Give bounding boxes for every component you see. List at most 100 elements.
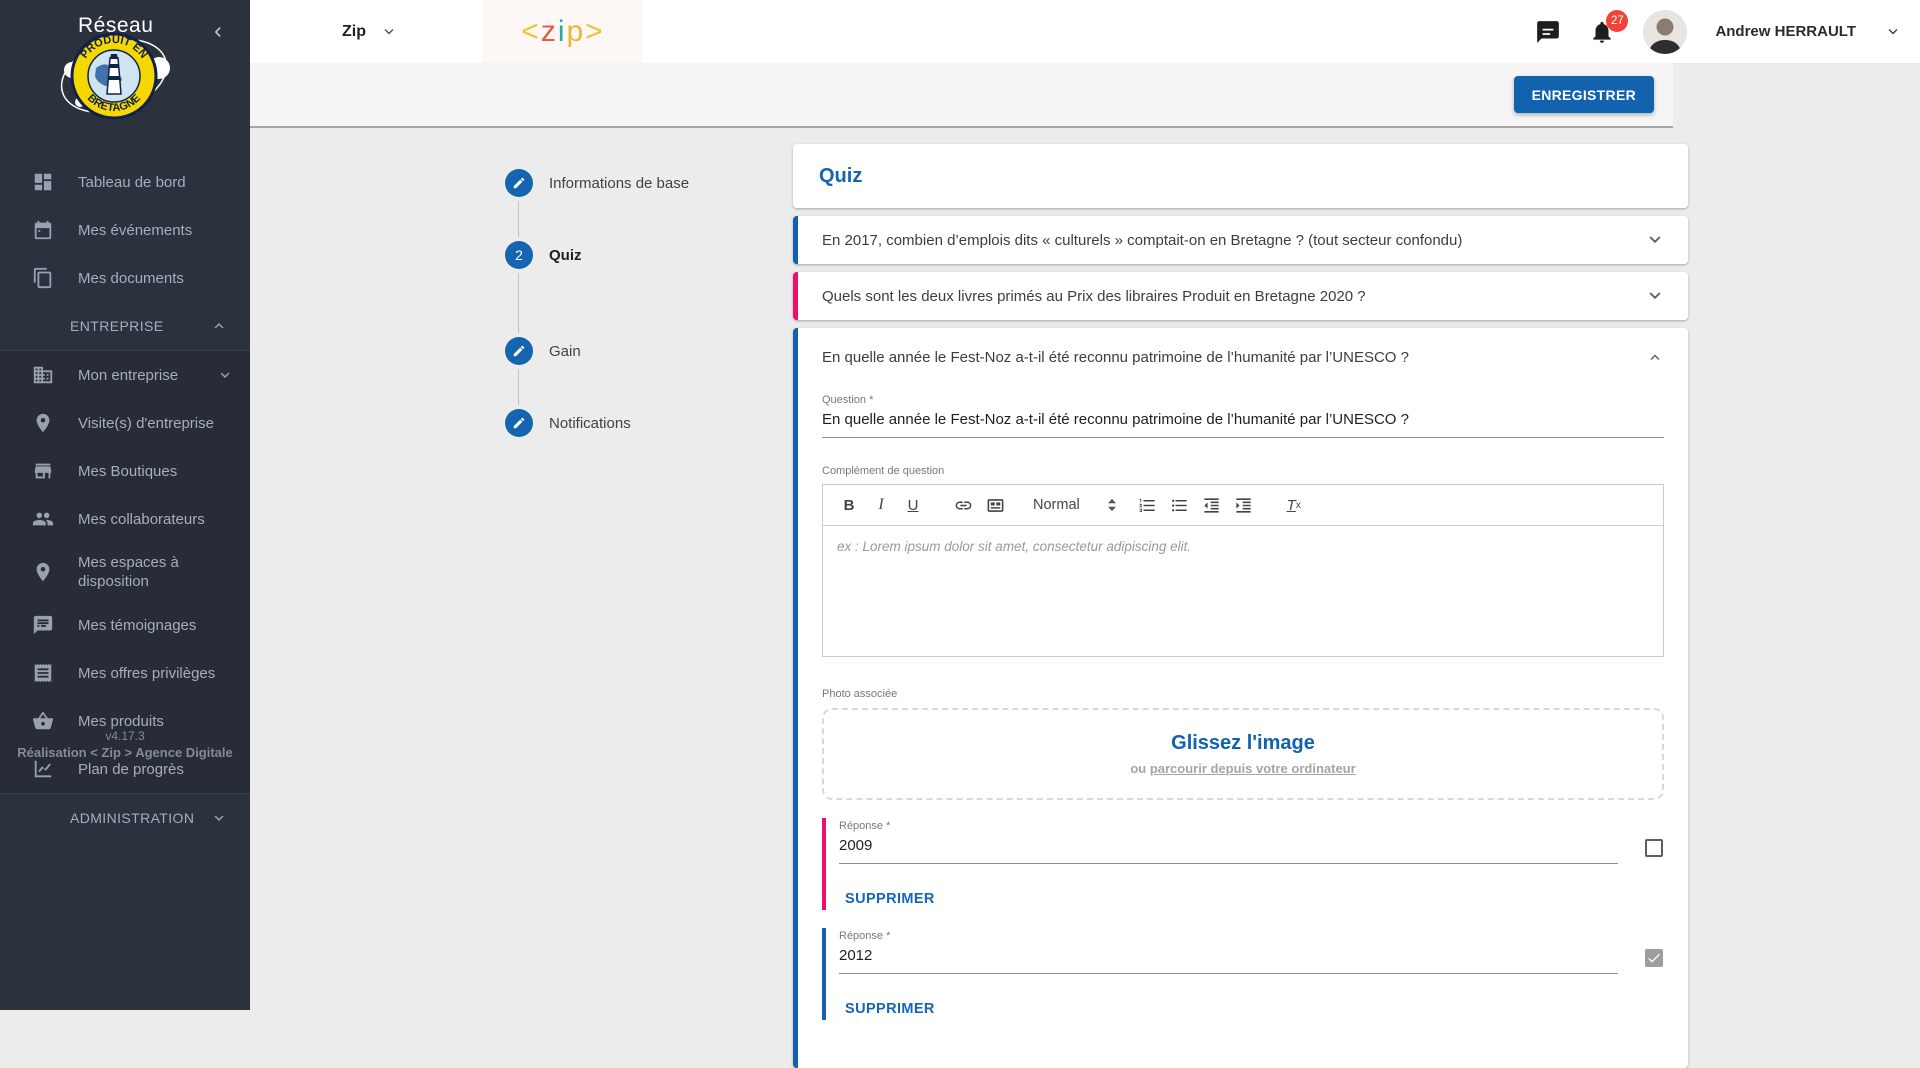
answer-field-label: Réponse *	[839, 820, 1664, 832]
sidebar-item-label: Mes événements	[78, 222, 192, 239]
step-label: Notifications	[549, 415, 631, 432]
logo-part: >	[585, 15, 605, 49]
sidebar-item-label: Visite(s) d'entreprise	[78, 415, 214, 432]
complement-field-label: Complément de question	[822, 465, 1664, 477]
format-selected-label: Normal	[1033, 497, 1080, 513]
editor-toolbar: B I U Normal	[823, 485, 1663, 526]
question-accordion-3-expanded: En quelle année le Fest-Noz a-t-il été r…	[793, 328, 1688, 1068]
user-avatar[interactable]	[1643, 10, 1687, 54]
pencil-icon	[512, 176, 526, 190]
sidebar-item-mes-offres-privileges[interactable]: Mes offres privilèges	[0, 649, 250, 697]
step-quiz[interactable]: 2 Quiz	[505, 241, 582, 269]
sidebar-item-label: Mes documents	[78, 270, 184, 287]
logo-part: z	[541, 15, 558, 49]
notifications-badge: 27	[1606, 10, 1628, 32]
video-icon	[986, 496, 1005, 515]
chevron-down-icon	[216, 366, 234, 384]
browse-files-link[interactable]: parcourir depuis votre ordinateur	[1150, 761, 1356, 776]
accordion-header[interactable]: En quelle année le Fest-Noz a-t-il été r…	[822, 328, 1664, 386]
avatar-photo	[1643, 10, 1687, 54]
answer-field-label: Réponse *	[839, 930, 1664, 942]
correct-answer-checkbox-checked[interactable]	[1645, 949, 1663, 967]
documents-icon	[32, 267, 54, 289]
step-label: Informations de base	[549, 175, 689, 192]
correct-answer-checkbox-unchecked[interactable]	[1645, 839, 1663, 857]
check-icon	[1646, 950, 1662, 966]
answer-input[interactable]	[839, 942, 1618, 974]
sidebar-item-mes-evenements[interactable]: Mes événements	[0, 206, 250, 254]
question-input[interactable]	[822, 406, 1664, 438]
section-label: ENTREPRISE	[70, 318, 163, 334]
building-icon	[32, 364, 54, 386]
step-label: Gain	[549, 343, 581, 360]
step-informations-de-base[interactable]: Informations de base	[505, 169, 689, 197]
question-accordion-1[interactable]: En 2017, combien d’emplois dits « cultur…	[793, 216, 1688, 264]
ordered-list-button[interactable]	[1136, 493, 1160, 517]
pencil-icon	[512, 344, 526, 358]
sidebar-section-administration[interactable]: ADMINISTRATION	[0, 794, 250, 842]
quiz-panel: Quiz En 2017, combien d’emplois dits « c…	[793, 144, 1688, 1068]
step-connector	[518, 273, 519, 333]
logo-part: <	[521, 15, 541, 49]
question-accordion-2[interactable]: Quels sont les deux livres primés au Pri…	[793, 272, 1688, 320]
bold-button[interactable]: B	[837, 493, 861, 517]
clear-formatting-button[interactable]: Tx	[1282, 493, 1306, 517]
sidebar-item-mes-temoignages[interactable]: Mes témoignages	[0, 601, 250, 649]
calendar-icon	[32, 219, 54, 241]
storefront-icon	[32, 460, 54, 482]
delete-answer-button[interactable]: SUPPRIMER	[845, 1001, 935, 1017]
sidebar-item-visites-entreprise[interactable]: Visite(s) d'entreprise	[0, 399, 250, 447]
question-text: En 2017, combien d’emplois dits « cultur…	[822, 232, 1462, 249]
chevron-up-icon	[210, 317, 228, 335]
dropzone-subtitle: ou parcourir depuis votre ordinateur	[1130, 761, 1355, 776]
dashboard-icon	[32, 171, 54, 193]
chevron-down-icon	[1644, 229, 1666, 251]
sidebar-section-entreprise-body: Mon entreprise Visite(s) d'entreprise Me…	[0, 350, 250, 794]
produit-en-bretagne-badge: PRODUIT EN BRETAGNE	[58, 24, 170, 124]
outdent-icon	[1202, 496, 1221, 515]
pin-icon	[32, 561, 54, 583]
sidebar-item-mes-documents[interactable]: Mes documents	[0, 254, 250, 302]
delete-answer-button[interactable]: SUPPRIMER	[845, 891, 935, 907]
step-gain[interactable]: Gain	[505, 337, 581, 365]
sidebar-item-tableau-de-bord[interactable]: Tableau de bord	[0, 158, 250, 206]
updown-arrows-icon	[1106, 498, 1118, 512]
save-button[interactable]: ENREGISTRER	[1514, 76, 1654, 113]
sidebar-item-label: Mes offres privilèges	[78, 665, 215, 682]
app-version: v4.17.3	[0, 729, 250, 743]
pin-icon	[32, 412, 54, 434]
sidebar-item-label: Tableau de bord	[78, 174, 186, 191]
answer-block-1: Réponse * SUPPRIMER	[822, 818, 1664, 910]
underline-button[interactable]: U	[901, 493, 925, 517]
org-switcher[interactable]: Zip	[342, 0, 398, 63]
chevron-up-icon	[1646, 348, 1664, 366]
sidebar-item-mon-entreprise[interactable]: Mon entreprise	[0, 351, 250, 399]
sidebar-section-entreprise[interactable]: ENTREPRISE	[0, 302, 250, 350]
answer-input[interactable]	[839, 832, 1618, 864]
link-button[interactable]	[951, 493, 975, 517]
sidebar-item-mes-collaborateurs[interactable]: Mes collaborateurs	[0, 495, 250, 543]
network-logo[interactable]: Réseau PRODUIT EN BRETAGNE	[0, 0, 250, 140]
question-text: En quelle année le Fest-Noz a-t-il été r…	[822, 349, 1409, 366]
messages-button[interactable]	[1535, 19, 1561, 45]
topbar: Zip <zip> 27 Andrew HERRAULT	[250, 0, 1920, 63]
sidebar-item-label: Mon entreprise	[78, 367, 178, 384]
answer-block-2: Réponse * SUPPRIMER	[822, 928, 1664, 1020]
bullet-list-button[interactable]	[1168, 493, 1192, 517]
editor-content-area[interactable]: ex : Lorem ipsum dolor sit amet, consect…	[823, 526, 1663, 656]
paragraph-format-select[interactable]: Normal	[1033, 497, 1118, 513]
question-text: Quels sont les deux livres primés au Pri…	[822, 288, 1366, 305]
italic-button[interactable]: I	[869, 493, 893, 517]
dropzone-title: Glissez l'image	[1171, 732, 1315, 755]
sidebar-item-mes-boutiques[interactable]: Mes Boutiques	[0, 447, 250, 495]
notifications-button[interactable]: 27	[1589, 19, 1615, 45]
indent-button[interactable]	[1232, 493, 1256, 517]
outdent-button[interactable]	[1200, 493, 1224, 517]
chevron-down-icon	[1884, 23, 1902, 41]
user-menu-button[interactable]	[1884, 23, 1902, 41]
sidebar-item-mes-espaces[interactable]: Mes espaces à disposition	[0, 543, 250, 601]
step-notifications[interactable]: Notifications	[505, 409, 631, 437]
image-dropzone[interactable]: Glissez l'image ou parcourir depuis votr…	[822, 708, 1664, 800]
video-button[interactable]	[983, 493, 1007, 517]
chat-icon	[1535, 19, 1561, 45]
